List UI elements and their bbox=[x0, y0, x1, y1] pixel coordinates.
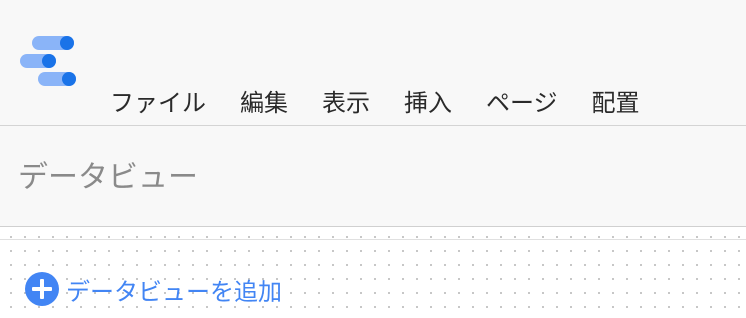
dataview-title: データビュー bbox=[18, 160, 198, 195]
add-dataview-label: データビューを追加 bbox=[66, 277, 282, 306]
divider bbox=[0, 239, 746, 240]
menu-insert[interactable]: 挿入 bbox=[404, 83, 452, 118]
menu-page[interactable]: ページ bbox=[486, 83, 558, 118]
menu-view[interactable]: 表示 bbox=[322, 83, 370, 118]
menu-bar: ファイル 編集 表示 挿入 ページ 配置 bbox=[110, 80, 674, 120]
menu-file[interactable]: ファイル bbox=[110, 83, 206, 118]
menu-arrange[interactable]: 配置 bbox=[592, 83, 640, 118]
data-studio-logo-icon[interactable] bbox=[18, 30, 84, 92]
add-dataview-button[interactable]: データビューを追加 bbox=[24, 270, 282, 308]
menu-edit[interactable]: 編集 bbox=[240, 83, 288, 118]
top-bar: ファイル 編集 表示 挿入 ページ 配置 bbox=[0, 0, 746, 126]
app-window: ファイル 編集 表示 挿入 ページ 配置 データビュー データビューを追加 bbox=[0, 0, 746, 318]
add-circle-icon bbox=[25, 272, 59, 306]
